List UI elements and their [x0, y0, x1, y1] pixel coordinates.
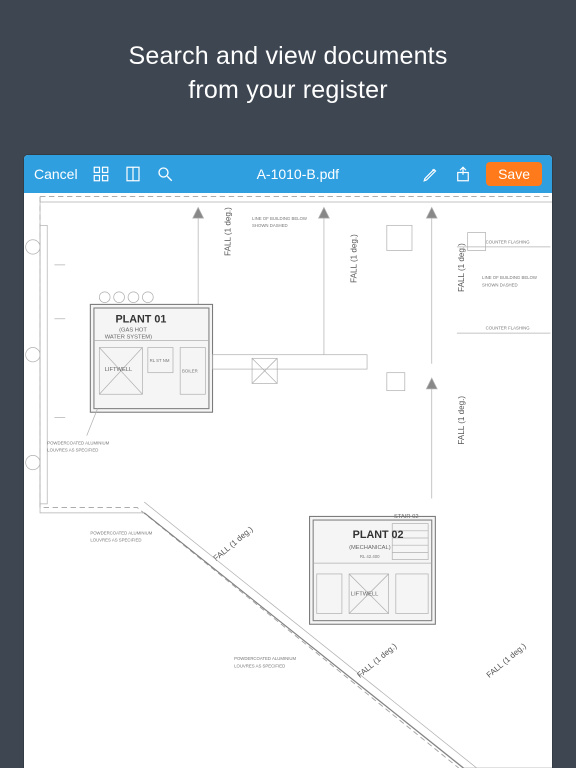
svg-text:FALL (1 deg.): FALL (1 deg.)	[224, 207, 233, 256]
hero-text: Search and view documents from your regi…	[0, 0, 576, 148]
svg-text:(MECHANICAL): (MECHANICAL)	[349, 545, 391, 551]
svg-text:FALL (1 deg.): FALL (1 deg.)	[212, 525, 255, 563]
page-icon	[124, 165, 142, 183]
svg-text:STAIR 02: STAIR 02	[394, 514, 419, 520]
svg-text:BOILER: BOILER	[182, 369, 198, 374]
viewer-toolbar: Cancel A-1010-B.pdf Save	[24, 155, 552, 193]
document-viewer: Cancel A-1010-B.pdf Save FALL	[24, 155, 552, 768]
svg-text:POWDERCOATED ALUMINIUM: POWDERCOATED ALUMINIUM	[90, 530, 152, 535]
grid-icon	[92, 165, 110, 183]
svg-text:FALL (1 deg.): FALL (1 deg.)	[349, 234, 358, 283]
hero-title: Search and view documents from your regi…	[40, 40, 536, 108]
svg-text:RL 42.400: RL 42.400	[360, 554, 380, 559]
svg-text:LOUVRES AS SPECIFIED: LOUVRES AS SPECIFIED	[234, 663, 285, 668]
svg-text:RL ST NM: RL ST NM	[150, 358, 170, 363]
svg-text:LOUVRES AS SPECIFIED: LOUVRES AS SPECIFIED	[47, 448, 98, 453]
hero-line1: Search and view documents	[128, 42, 447, 70]
svg-text:POWDERCOATED ALUMINIUM: POWDERCOATED ALUMINIUM	[47, 441, 109, 446]
svg-text:LOUVRES AS SPECIFIED: LOUVRES AS SPECIFIED	[90, 538, 141, 543]
svg-text:POWDERCOATED ALUMINIUM: POWDERCOATED ALUMINIUM	[234, 656, 296, 661]
svg-text:FALL (1 deg.): FALL (1 deg.)	[355, 641, 398, 679]
hero-line2: from your register	[188, 76, 388, 104]
svg-text:PLANT 01: PLANT 01	[115, 313, 166, 325]
share-button[interactable]	[454, 165, 472, 183]
save-button[interactable]: Save	[486, 162, 542, 186]
page-view-button[interactable]	[124, 165, 142, 183]
svg-text:COUNTER FLASHING: COUNTER FLASHING	[486, 239, 531, 244]
grid-view-button[interactable]	[92, 165, 110, 183]
blueprint-drawing: FALL (1 deg.) FALL (1 deg.) FALL (1 deg.…	[24, 193, 552, 768]
svg-text:FALL (1 deg.): FALL (1 deg.)	[485, 641, 528, 679]
svg-text:FALL (1 deg.): FALL (1 deg.)	[457, 243, 466, 292]
annotate-button[interactable]	[422, 165, 440, 183]
svg-text:LINE OF BUILDING BELOW: LINE OF BUILDING BELOW	[482, 275, 538, 280]
svg-text:(GAS HOT: (GAS HOT	[119, 327, 147, 333]
svg-text:LIFTWELL: LIFTWELL	[351, 592, 378, 598]
svg-text:FALL (1 deg.): FALL (1 deg.)	[457, 396, 466, 445]
share-icon	[454, 165, 472, 183]
svg-text:LIFTWELL: LIFTWELL	[105, 367, 132, 373]
pencil-icon	[422, 165, 440, 183]
document-title: A-1010-B.pdf	[188, 166, 408, 182]
document-canvas[interactable]: FALL (1 deg.) FALL (1 deg.) FALL (1 deg.…	[24, 193, 552, 768]
search-icon	[156, 165, 174, 183]
svg-text:SHOWN DASHED: SHOWN DASHED	[252, 223, 288, 228]
svg-text:PLANT 02: PLANT 02	[353, 529, 404, 541]
svg-text:SHOWN DASHED: SHOWN DASHED	[482, 282, 518, 287]
search-button[interactable]	[156, 165, 174, 183]
cancel-button[interactable]: Cancel	[34, 166, 78, 182]
svg-text:COUNTER FLASHING: COUNTER FLASHING	[486, 326, 531, 331]
svg-text:WATER SYSTEM): WATER SYSTEM)	[105, 335, 152, 341]
svg-text:LINE OF BUILDING BELOW: LINE OF BUILDING BELOW	[252, 216, 308, 221]
